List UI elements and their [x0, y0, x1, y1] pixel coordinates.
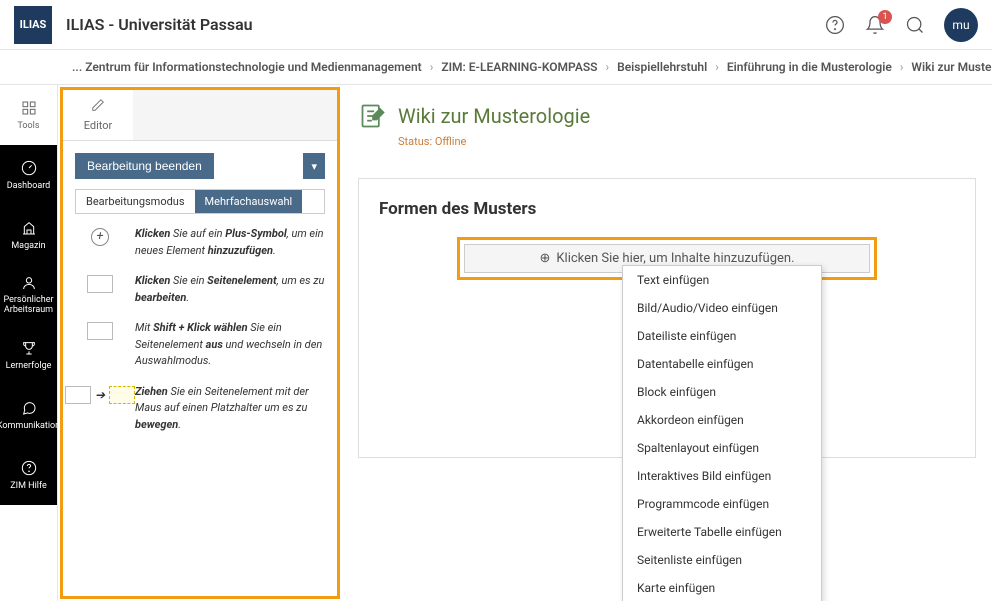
insert-dropdown-menu: Text einfügen Bild/Audio/Video einfügen … — [622, 265, 822, 601]
editor-panel: Editor Bearbeitung beenden ▾ Bearbeitung… — [60, 87, 340, 599]
dropdown-item[interactable]: Seitenliste einfügen — [623, 546, 821, 574]
dropdown-item[interactable]: Spaltenlayout einfügen — [623, 434, 821, 462]
dropdown-item[interactable]: Bild/Audio/Video einfügen — [623, 294, 821, 322]
element-box-icon — [87, 322, 113, 340]
breadcrumb-item[interactable]: Beispiellehrstuhl — [617, 60, 707, 74]
dropdown-toggle-button[interactable]: ▾ — [303, 153, 325, 179]
dropdown-item[interactable]: Dateiliste einfügen — [623, 322, 821, 350]
dropdown-item[interactable]: Karte einfügen — [623, 574, 821, 601]
mode-tabs: Bearbeitungsmodus Mehrfachauswahl — [75, 189, 325, 214]
pencil-icon — [91, 98, 105, 115]
header: ILIAS ILIAS - Universität Passau 1 mu — [0, 0, 992, 50]
dropdown-item[interactable]: Interaktives Bild einfügen — [623, 462, 821, 490]
plus-icon: + — [91, 228, 109, 246]
notification-icon[interactable]: 1 — [864, 14, 886, 36]
breadcrumb-item[interactable]: ... Zentrum für Informationstechnologie … — [72, 60, 422, 74]
help-circle-icon — [20, 459, 38, 477]
chevron-right-icon: › — [900, 60, 904, 74]
sidenav-item-magazin[interactable]: Magazin — [0, 205, 57, 265]
sidenav-label: Lernerfolge — [6, 361, 52, 371]
header-icons: 1 mu — [824, 8, 978, 42]
sidenav-item-zimhilfe[interactable]: ZIM Hilfe — [0, 445, 57, 505]
editor-tab[interactable]: Editor — [63, 90, 133, 140]
sidenav-item-tools[interactable]: Tools — [0, 85, 57, 145]
sidenav-label: Tools — [17, 121, 39, 131]
sidenav: Tools Dashboard Magazin Persönlicher Arb… — [0, 85, 58, 601]
help-icon[interactable] — [824, 14, 846, 36]
chat-icon — [20, 399, 38, 417]
main-content: Wiki zur Musterologie Status: Offline Fo… — [342, 85, 992, 601]
breadcrumb-item[interactable]: Einführung in die Musterologie — [727, 60, 892, 74]
building-icon — [20, 219, 38, 237]
sidenav-label: Kommunikation — [0, 421, 60, 431]
editor-tabs: Editor — [63, 90, 337, 141]
sidenav-item-personal[interactable]: Persönlicher Arbeitsraum — [0, 265, 57, 325]
chevron-right-icon: › — [430, 60, 434, 74]
wiki-status: Status: Offline — [398, 135, 976, 148]
help-text: Mit Shift + Klick wählen Sie ein Seitene… — [135, 320, 325, 370]
logo[interactable]: ILIAS — [14, 6, 52, 44]
wiki-title: Wiki zur Musterologie — [398, 104, 590, 128]
trophy-icon — [20, 339, 38, 357]
sidenav-label: Dashboard — [7, 181, 51, 191]
mode-tab-edit[interactable]: Bearbeitungsmodus — [76, 190, 195, 213]
dropdown-item[interactable]: Programmcode einfügen — [623, 490, 821, 518]
content-title: Formen des Musters — [379, 199, 955, 219]
sidenav-item-lernerfolge[interactable]: Lernerfolge — [0, 325, 57, 385]
search-icon[interactable] — [904, 14, 926, 36]
sidenav-label: Persönlicher Arbeitsraum — [0, 296, 57, 316]
sidenav-label: ZIM Hilfe — [10, 481, 47, 491]
dropdown-item[interactable]: Datentabelle einfügen — [623, 350, 821, 378]
wiki-icon — [358, 101, 388, 131]
dropdown-item[interactable]: Akkordeon einfügen — [623, 406, 821, 434]
gauge-icon — [20, 159, 38, 177]
help-row: Mit Shift + Klick wählen Sie ein Seitene… — [75, 320, 325, 370]
help-text: Ziehen Sie ein Seitenelement mit der Mau… — [135, 384, 325, 434]
mode-tab-multiselect[interactable]: Mehrfachauswahl — [195, 190, 303, 213]
user-icon — [20, 274, 38, 292]
help-row: ➔ Ziehen Sie ein Seitenelement mit der M… — [75, 384, 325, 434]
breadcrumb-item[interactable]: ZIM: E-LEARNING-KOMPASS — [441, 60, 597, 74]
help-text: Klicken Sie ein Seitenelement, um es zu … — [135, 273, 325, 306]
breadcrumb: ... Zentrum für Informationstechnologie … — [0, 50, 992, 85]
chevron-right-icon: › — [715, 60, 719, 74]
chevron-right-icon: › — [605, 60, 609, 74]
dropdown-item[interactable]: Erweiterte Tabelle einfügen — [623, 518, 821, 546]
grid-icon — [20, 99, 38, 117]
dropdown-item[interactable]: Block einfügen — [623, 378, 821, 406]
help-row: Klicken Sie ein Seitenelement, um es zu … — [75, 273, 325, 306]
editor-tab-label: Editor — [84, 119, 113, 132]
breadcrumb-item[interactable]: Wiki zur Musterologie — [911, 60, 992, 74]
drag-demo-icon: ➔ — [65, 386, 135, 404]
help-text: Klicken Sie auf ein Plus-Symbol, um ein … — [135, 226, 325, 259]
notification-badge: 1 — [878, 10, 892, 24]
app-title: ILIAS - Universität Passau — [66, 15, 810, 34]
finish-editing-button[interactable]: Bearbeitung beenden — [75, 153, 214, 179]
plus-circle-icon: ⊕ — [539, 251, 550, 266]
element-box-icon — [87, 275, 113, 293]
avatar[interactable]: mu — [944, 8, 978, 42]
editor-tab-empty — [133, 90, 337, 140]
add-content-label: Klicken Sie hier, um Inhalte hinzuzufüge… — [556, 251, 794, 266]
sidenav-label: Magazin — [11, 241, 45, 251]
dropdown-item[interactable]: Text einfügen — [623, 266, 821, 294]
wiki-header: Wiki zur Musterologie — [358, 101, 976, 131]
sidenav-item-dashboard[interactable]: Dashboard — [0, 145, 57, 205]
help-row: + Klicken Sie auf ein Plus-Symbol, um ei… — [75, 226, 325, 259]
sidenav-item-kommunikation[interactable]: Kommunikation — [0, 385, 57, 445]
